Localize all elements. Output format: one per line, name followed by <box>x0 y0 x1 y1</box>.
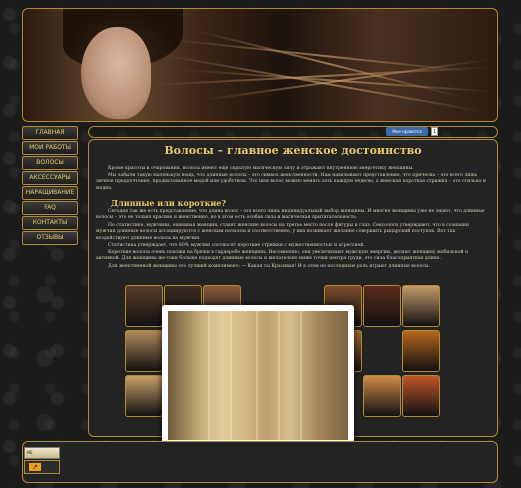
like-count: 1 <box>431 126 438 136</box>
gallery-thumb[interactable] <box>363 375 401 417</box>
arrow-icon: ↗ <box>29 463 41 471</box>
paragraph: Сегодня так же есть представление, что д… <box>96 209 485 221</box>
gallery-thumb[interactable] <box>125 375 163 417</box>
hair-highlight <box>208 311 210 440</box>
gallery-thumb[interactable] <box>125 285 163 327</box>
counter-badge-label: ИЕ <box>27 450 33 455</box>
menu-item-contacts[interactable]: КОНТАКТЫ <box>22 216 78 230</box>
footer <box>22 441 498 483</box>
menu-item-faq[interactable]: FAQ <box>22 201 78 215</box>
menu-item-accessories[interactable]: АКСЕССУАРЫ <box>22 171 78 185</box>
gallery-thumb[interactable] <box>402 330 440 372</box>
page-title: Волосы – главное женское достоинство <box>164 144 422 157</box>
section-heading: Длинные или короткие? <box>111 198 227 208</box>
menu-item-works[interactable]: МОИ РАБОТЫ <box>22 141 78 155</box>
paragraph: Для женственной женщины это лучший компл… <box>108 264 431 269</box>
model-face <box>81 27 151 119</box>
sidebar-menu: ГЛАВНАЯ МОИ РАБОТЫ ВОЛОСЫ АКСЕССУАРЫ НАР… <box>22 126 78 245</box>
lightbox-image-viewer[interactable] <box>162 305 354 446</box>
rating-badge[interactable]: ↗ <box>24 460 60 474</box>
paragraph: Мы забыли такую маленькую вещь, что длин… <box>96 173 486 191</box>
gallery-thumb[interactable] <box>363 285 401 327</box>
menu-item-reviews[interactable]: ОТЗЫВЫ <box>22 231 78 245</box>
paragraph: Короткие волосы очень похожи на брюки в … <box>96 250 469 262</box>
paragraph: Кроме красоты и очарования, волосы имеют… <box>108 166 414 171</box>
paragraph: Статистика утверждает, что 80% мужчин со… <box>108 243 365 248</box>
lightbox-photo[interactable] <box>168 311 348 440</box>
menu-item-home[interactable]: ГЛАВНАЯ <box>22 126 78 140</box>
menu-item-extension[interactable]: НАРАЩИВАНИЕ <box>22 186 78 200</box>
gallery-thumb[interactable] <box>125 330 163 372</box>
hair-highlight <box>256 311 258 440</box>
hair-highlight <box>230 311 232 440</box>
header-banner <box>22 8 498 122</box>
gallery-thumb[interactable] <box>402 375 440 417</box>
hair-highlight <box>278 311 280 440</box>
social-like-widget[interactable]: Мне нравится 1 <box>386 126 438 136</box>
hair-highlight <box>300 311 302 440</box>
menu-item-hair[interactable]: ВОЛОСЫ <box>22 156 78 170</box>
like-button[interactable]: Мне нравится <box>386 126 428 136</box>
paragraph: По статистике, мужчины, оценивая женщин,… <box>96 223 470 241</box>
gallery-thumb[interactable] <box>402 285 440 327</box>
counter-badge[interactable]: ИЕ <box>24 447 60 459</box>
hair-strand <box>192 29 465 99</box>
